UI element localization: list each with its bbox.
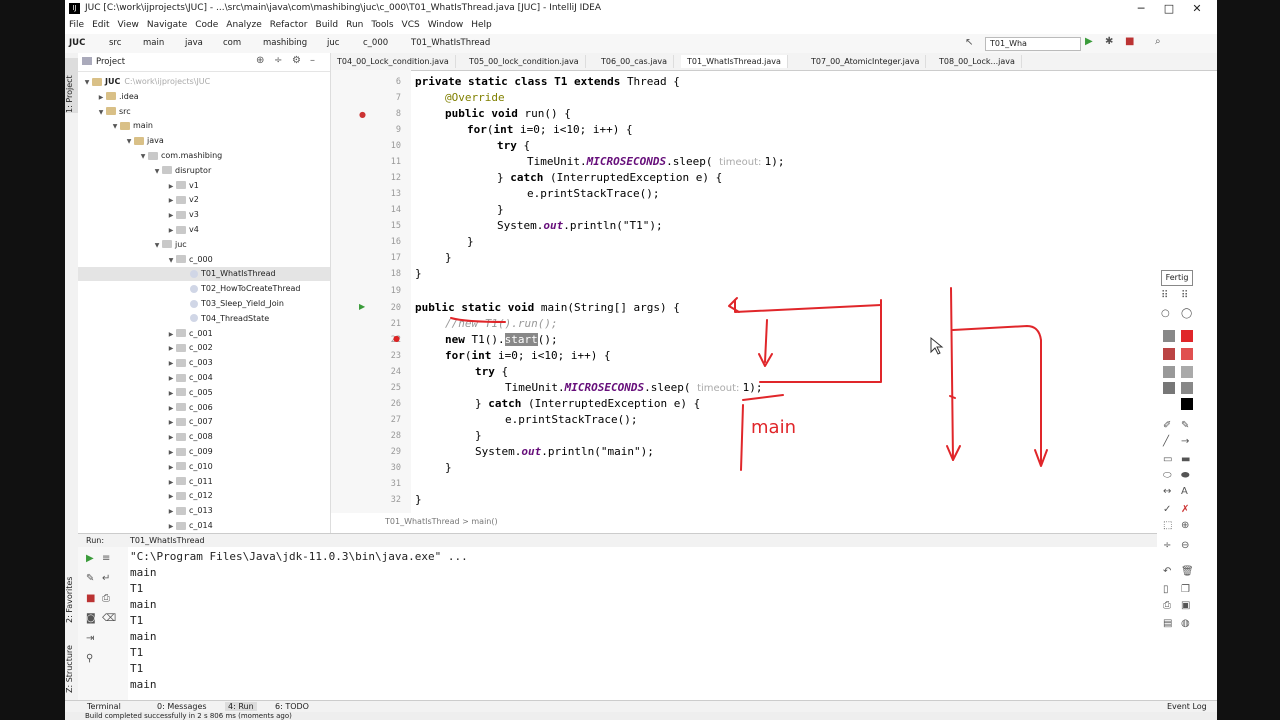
main-down-line [764,319,768,363]
main-left-line [740,404,744,471]
thread-tick [949,395,956,399]
right-screen-border [1217,0,1280,720]
underline-stroke [450,317,506,323]
main-arrow-top [734,299,882,313]
freehand-annotation: main [450,287,1048,471]
main-box-right [759,299,882,383]
thread-line-left [950,287,954,461]
main-bottom-line [742,394,784,401]
mouse-cursor-icon [930,336,944,355]
left-screen-border [0,0,65,720]
thread-branch [952,325,1042,465]
handwritten-main: main [751,417,796,438]
ide-window: IJ JUC [C:\work\ijprojects\JUC] - ...\sr… [65,0,1217,720]
